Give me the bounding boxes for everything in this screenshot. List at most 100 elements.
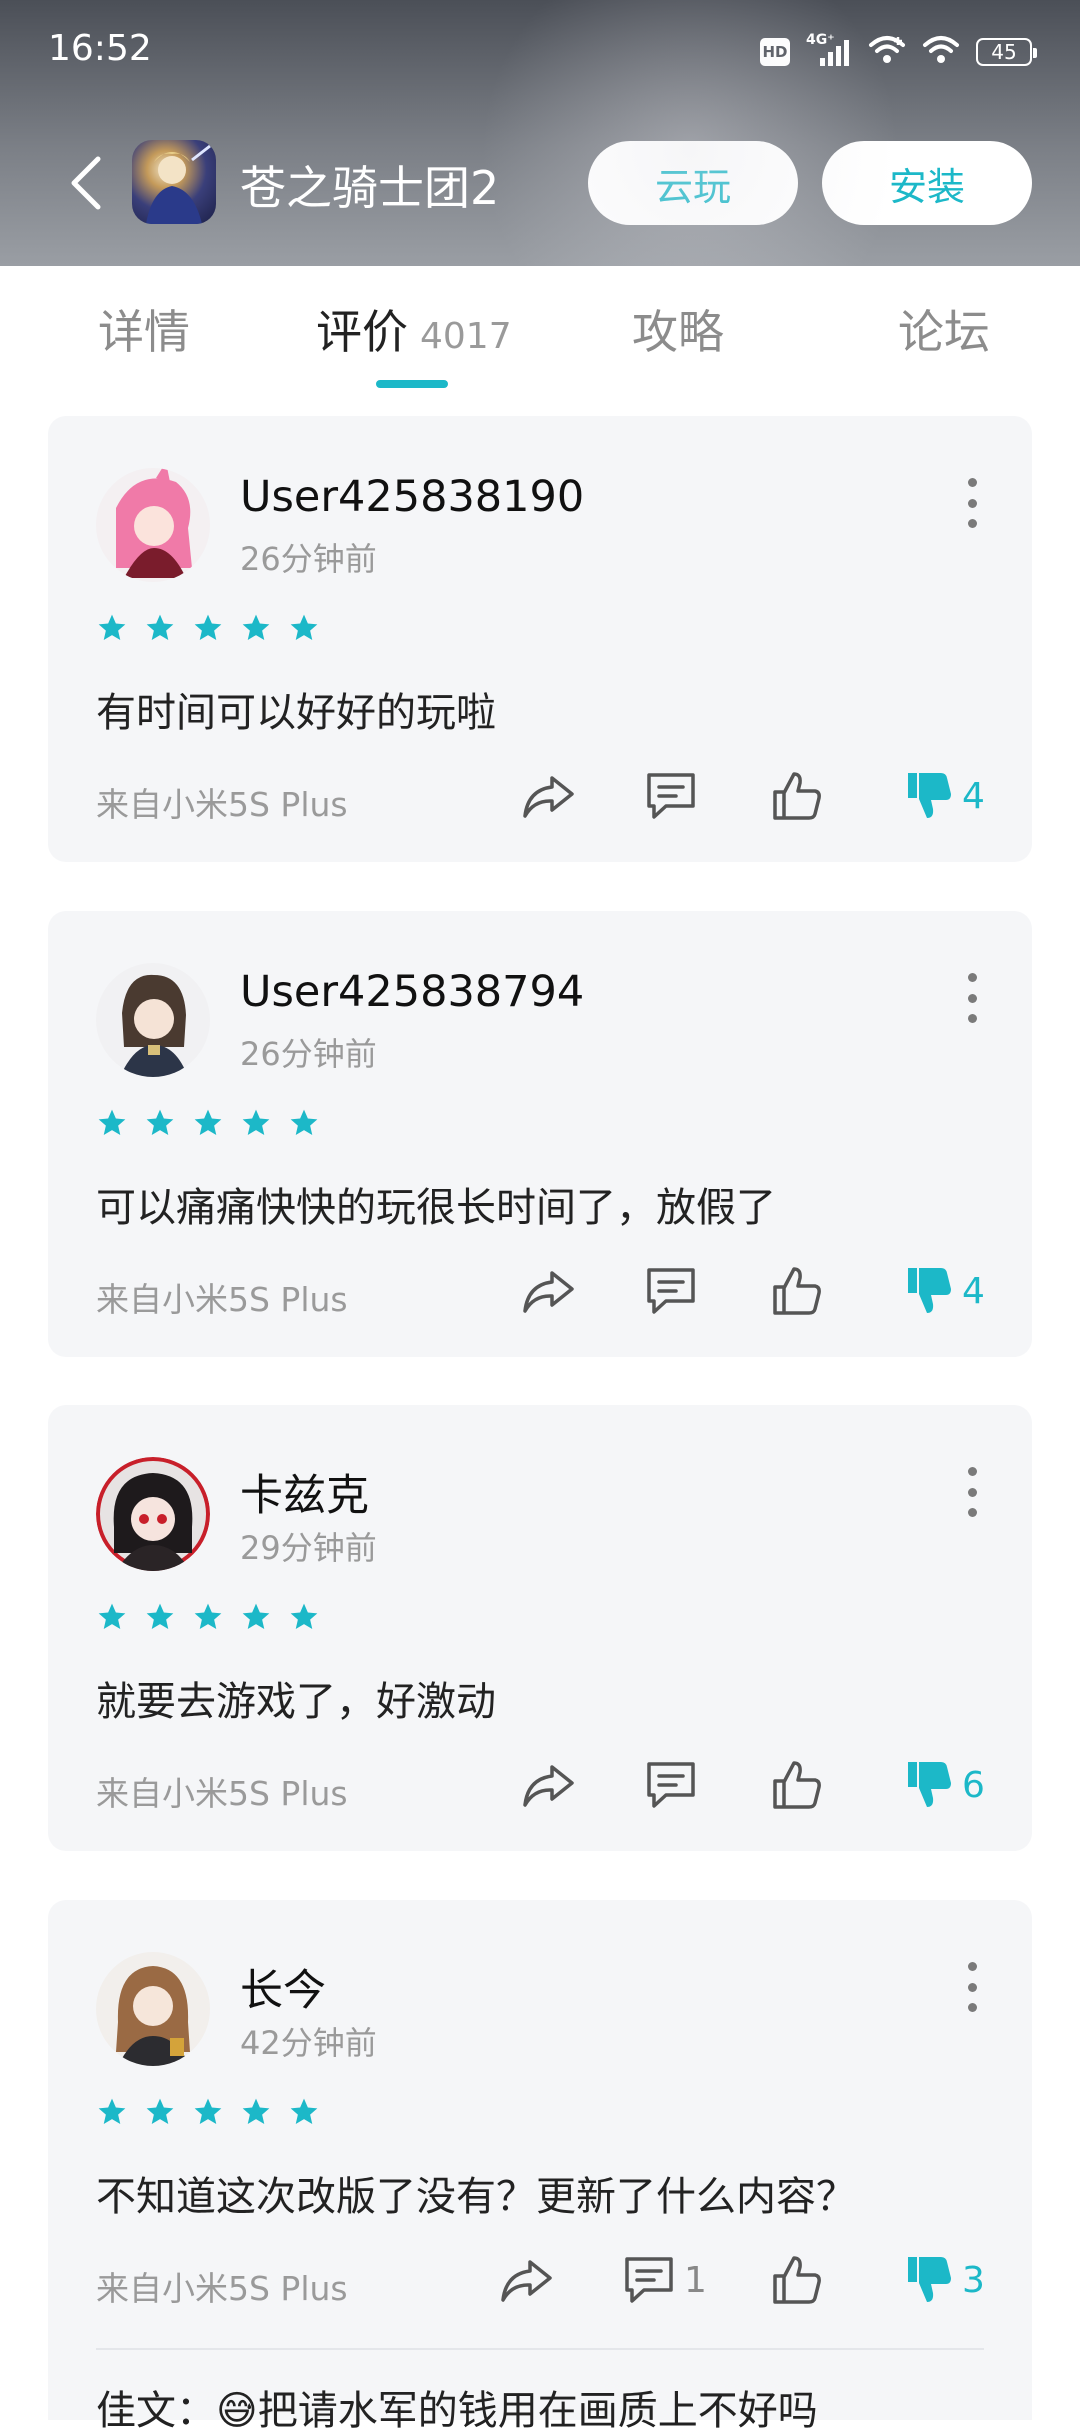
tab-details[interactable]: 详情 xyxy=(98,296,190,362)
share-button[interactable] xyxy=(520,766,576,826)
review-card: User425838190 26分钟前 有时间可以好好的玩啦 来自小米5S Pl… xyxy=(48,416,1032,862)
comment-button[interactable]: 1 xyxy=(622,2250,707,2310)
back-button[interactable] xyxy=(60,148,110,218)
install-button[interactable]: 安装 xyxy=(822,141,1032,225)
star-rating xyxy=(96,612,320,648)
star-rating xyxy=(96,1107,320,1143)
tab-bar: 详情 评价 4017 攻略 论坛 xyxy=(0,266,1080,396)
star-icon xyxy=(192,1601,224,1637)
dislike-count: 3 xyxy=(962,2259,985,2301)
share-icon xyxy=(501,2260,552,2302)
more-options-button[interactable] xyxy=(960,1962,984,2012)
star-icon xyxy=(192,612,224,648)
comment-button[interactable] xyxy=(644,766,706,826)
dislike-button[interactable]: 6 xyxy=(904,1755,985,1815)
signal-icon: 4G⁺ xyxy=(806,32,852,68)
comment-icon xyxy=(647,773,695,819)
post-time: 26分钟前 xyxy=(240,540,377,578)
star-rating xyxy=(96,1601,320,1637)
star-icon xyxy=(240,1107,272,1143)
like-button[interactable] xyxy=(770,766,824,826)
share-button[interactable] xyxy=(520,1261,576,1321)
review-text[interactable]: 就要去游戏了，好激动 xyxy=(96,1669,496,1727)
comment-count: 1 xyxy=(684,2259,707,2301)
share-button[interactable] xyxy=(520,1755,576,1815)
chevron-left-icon xyxy=(71,156,101,210)
like-button[interactable] xyxy=(770,1755,824,1815)
star-icon xyxy=(96,2096,128,2132)
thumbs-down-icon xyxy=(908,1268,951,1313)
avatar[interactable] xyxy=(96,963,210,1077)
status-time: 16:52 xyxy=(48,28,152,69)
star-icon xyxy=(288,2096,320,2132)
review-card: 卡兹克 29分钟前 就要去游戏了，好激动 来自小米5S Plus 6 xyxy=(48,1405,1032,1851)
star-icon xyxy=(192,1107,224,1143)
star-icon xyxy=(240,612,272,648)
comment-icon xyxy=(647,1268,695,1314)
more-options-button[interactable] xyxy=(960,973,984,1023)
share-icon xyxy=(523,1271,574,1313)
tab-guides[interactable]: 攻略 xyxy=(632,296,724,362)
star-icon xyxy=(144,2096,176,2132)
tab-reviews-label: 评价 xyxy=(316,305,408,359)
review-text[interactable]: 有时间可以好好的玩啦 xyxy=(96,680,496,738)
post-time: 29分钟前 xyxy=(240,1529,377,1567)
avatar[interactable] xyxy=(96,468,210,582)
app-icon xyxy=(132,140,216,224)
thumbs-down-icon xyxy=(908,2257,951,2302)
battery-icon: 45 xyxy=(976,38,1037,66)
wifi-plus-icon xyxy=(868,35,906,69)
avatar[interactable] xyxy=(96,1952,210,2066)
more-options-button[interactable] xyxy=(960,1467,984,1517)
star-icon xyxy=(192,2096,224,2132)
comment-icon xyxy=(647,1762,695,1808)
user-name[interactable]: User425838794 xyxy=(240,967,584,1017)
user-name[interactable]: User425838190 xyxy=(240,472,584,522)
more-options-button[interactable] xyxy=(960,478,984,528)
comment-button[interactable] xyxy=(644,1755,706,1815)
star-icon xyxy=(96,1107,128,1143)
thumbs-up-icon xyxy=(773,2256,821,2304)
comment-button[interactable] xyxy=(644,1261,706,1321)
status-bar: 16:52 HD 4G⁺ 45 xyxy=(0,0,1080,100)
thumbs-up-icon xyxy=(773,1267,821,1315)
share-icon xyxy=(523,776,574,818)
review-text[interactable]: 不知道这次改版了没有？更新了什么内容？ xyxy=(96,2164,856,2222)
active-tab-indicator xyxy=(376,380,448,388)
device-label: 来自小米5S Plus xyxy=(96,1774,348,1813)
dislike-button[interactable]: 3 xyxy=(904,2250,985,2310)
star-icon xyxy=(240,1601,272,1637)
comment-icon xyxy=(625,2257,673,2303)
avatar[interactable] xyxy=(96,1457,210,1571)
reply-preview[interactable]: 佳文：😅把请水军的钱用在画质上不好吗 xyxy=(96,2378,818,2436)
star-rating xyxy=(96,2096,320,2132)
status-icons: HD 4G⁺ 45 xyxy=(760,32,1037,70)
star-icon xyxy=(240,2096,272,2132)
star-icon xyxy=(288,1107,320,1143)
tab-forum[interactable]: 论坛 xyxy=(898,296,990,362)
tab-reviews[interactable]: 评价 4017 xyxy=(316,296,512,362)
star-icon xyxy=(144,1601,176,1637)
review-card: 长今 42分钟前 不知道这次改版了没有？更新了什么内容？ 来自小米5S Plus… xyxy=(48,1900,1032,2434)
thumbs-down-icon xyxy=(908,773,951,818)
cloud-play-button[interactable]: 云玩 xyxy=(588,141,798,225)
star-icon xyxy=(96,612,128,648)
dislike-button[interactable]: 4 xyxy=(904,766,985,826)
hd-icon: HD xyxy=(760,38,790,66)
user-name[interactable]: 卡兹克 xyxy=(240,1461,369,1523)
star-icon xyxy=(288,612,320,648)
like-button[interactable] xyxy=(770,1261,824,1321)
review-text[interactable]: 可以痛痛快快的玩很长时间了，放假了 xyxy=(96,1175,776,1233)
user-name[interactable]: 长今 xyxy=(240,1956,326,2018)
star-icon xyxy=(144,612,176,648)
app-header: 16:52 HD 4G⁺ 45 苍之骑士团2 云玩 安装 xyxy=(0,0,1080,266)
device-label: 来自小米5S Plus xyxy=(96,2269,348,2308)
review-count: 4017 xyxy=(420,316,512,357)
like-button[interactable] xyxy=(770,2250,824,2310)
share-button[interactable] xyxy=(498,2250,554,2310)
star-icon xyxy=(144,1107,176,1143)
dislike-button[interactable]: 4 xyxy=(904,1261,985,1321)
thumbs-up-icon xyxy=(773,772,821,820)
thumbs-down-icon xyxy=(908,1762,951,1807)
app-title: 苍之骑士团2 xyxy=(240,161,500,215)
